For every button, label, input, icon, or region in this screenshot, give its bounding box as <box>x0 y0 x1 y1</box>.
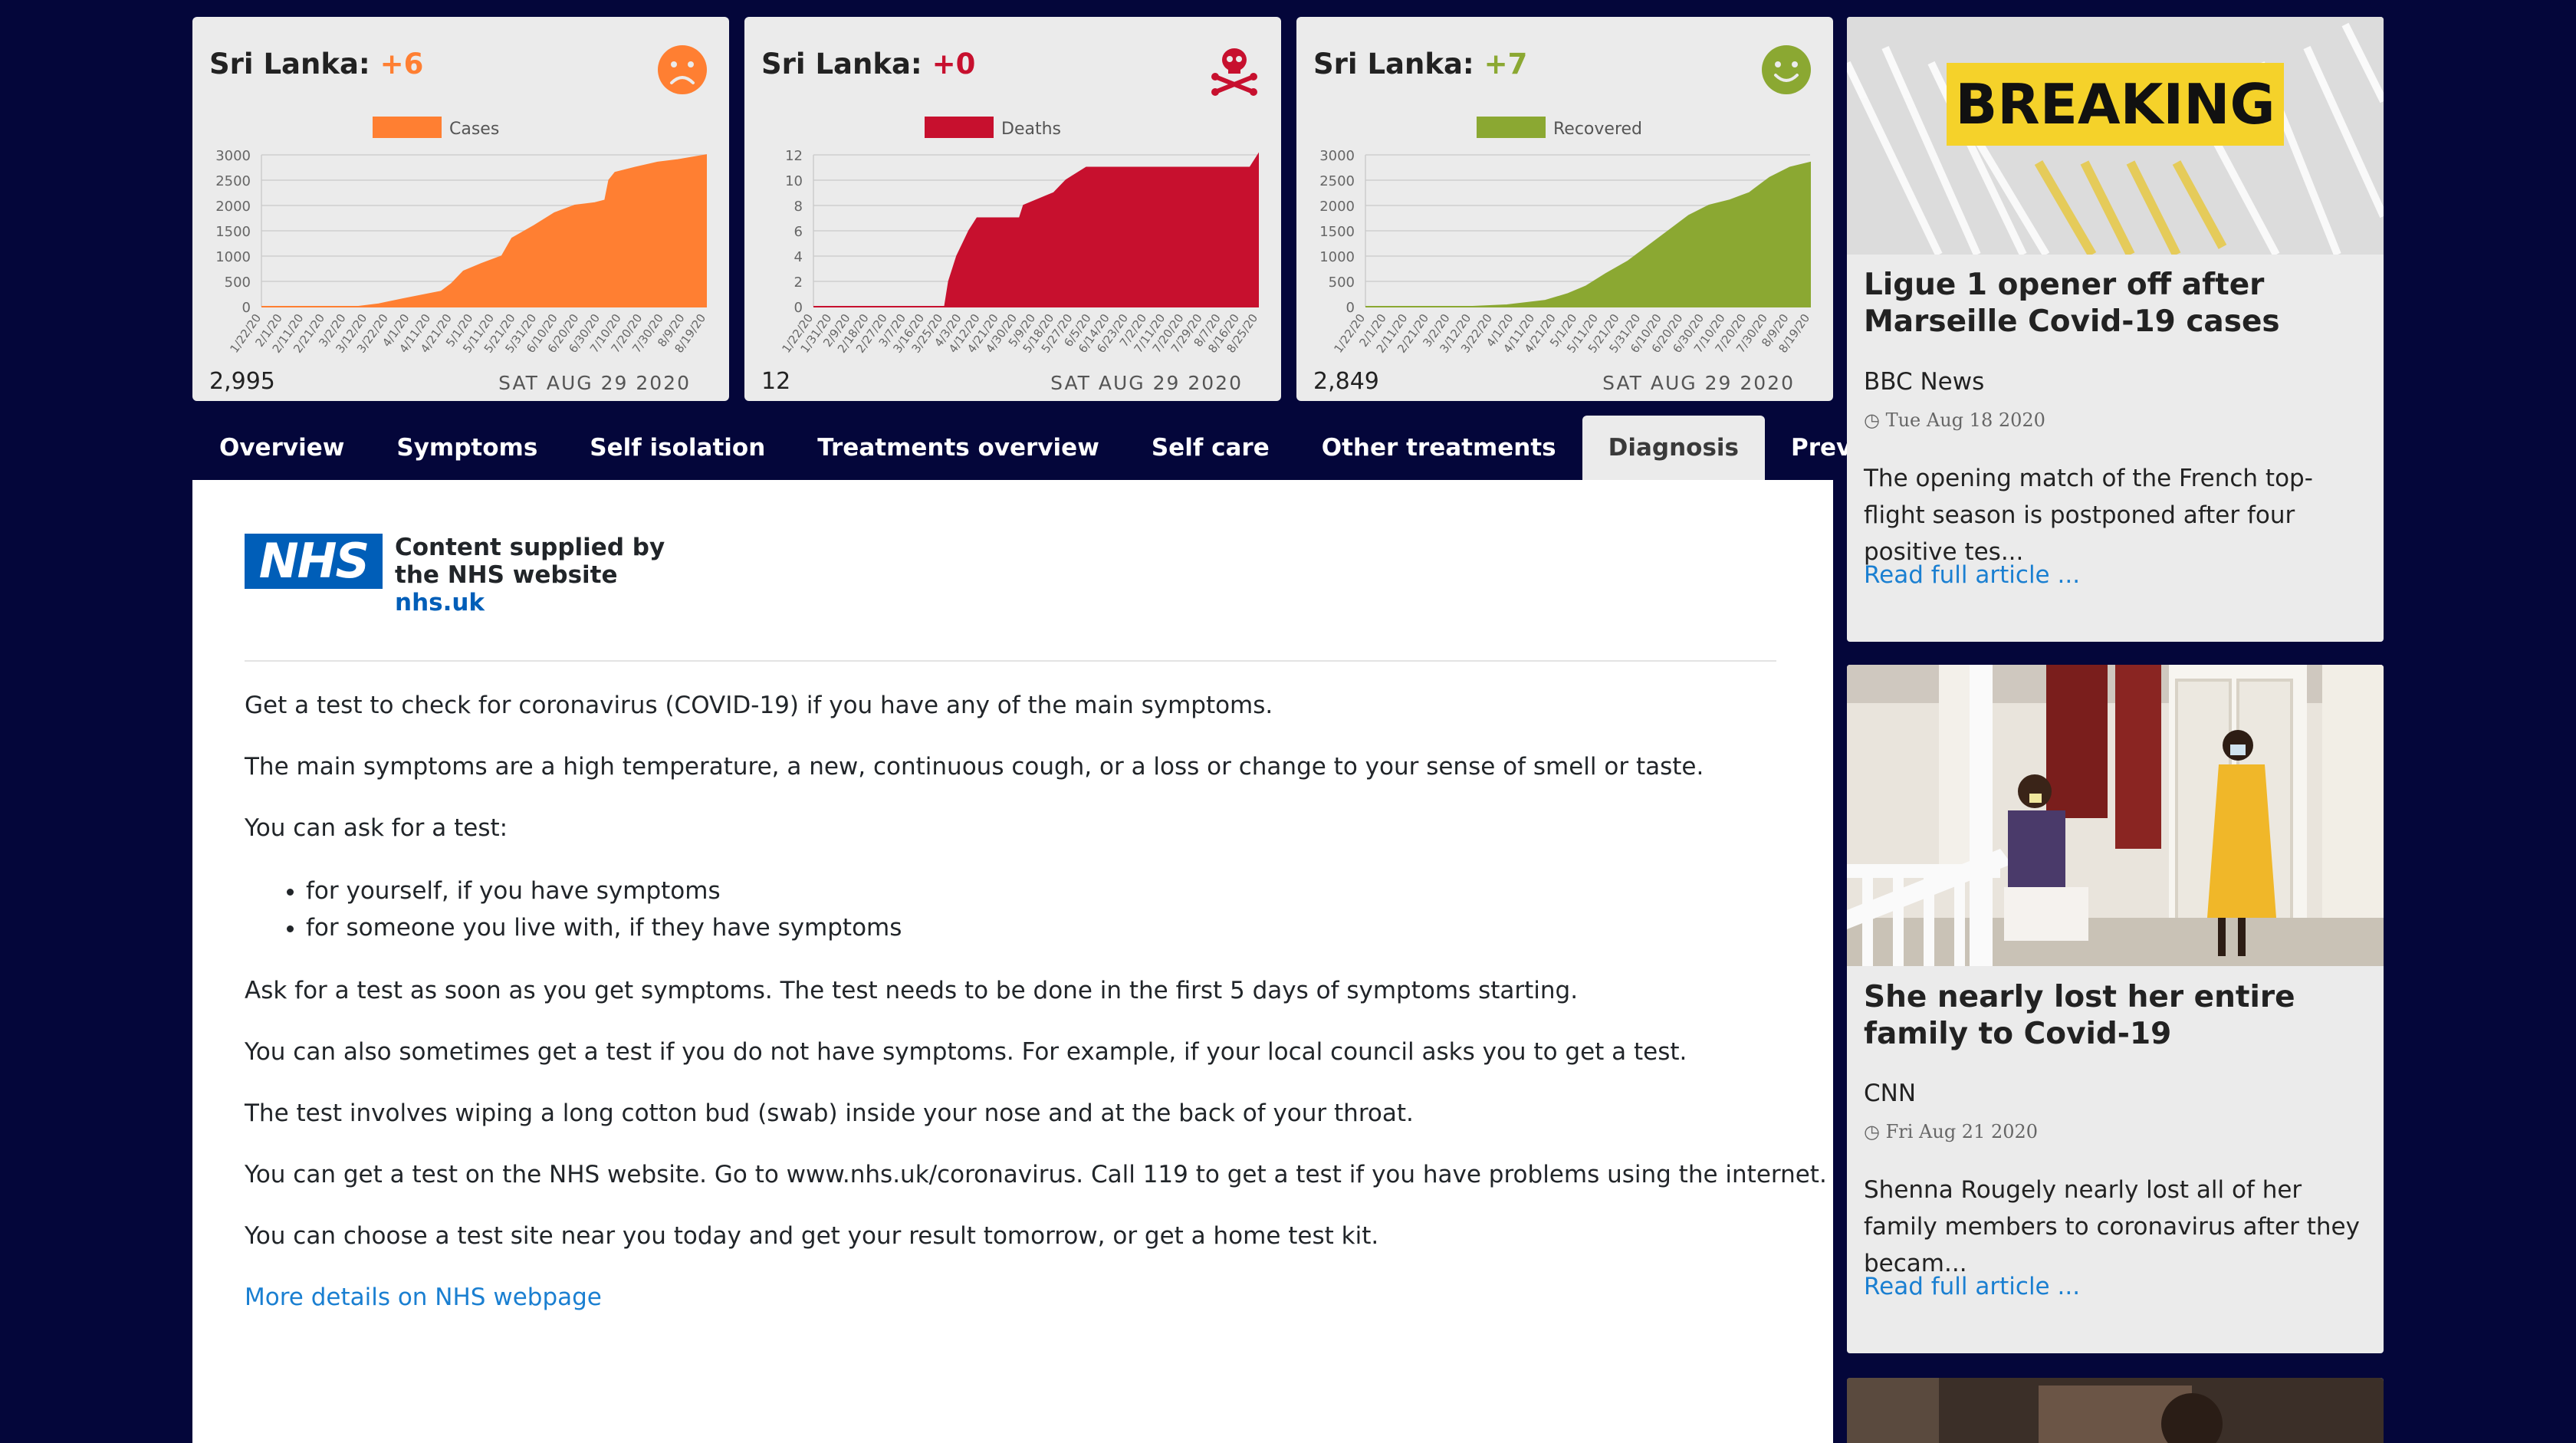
paragraph: The test involves wiping a long cotton b… <box>245 1100 1414 1127</box>
y-tick-label: 500 <box>1329 274 1355 291</box>
legend-label: Deaths <box>1001 120 1061 139</box>
breaking-label: BREAKING <box>1955 72 2275 136</box>
legend-label: Recovered <box>1553 120 1642 139</box>
paragraph: You can ask for a test: <box>245 814 508 842</box>
news-source: BBC News <box>1864 368 1985 396</box>
nhs-line-2: the NHS website <box>395 561 618 589</box>
nhs-link[interactable]: nhs.uk <box>395 589 485 616</box>
legend-swatch <box>925 117 994 138</box>
news-summary: Shenna Rougely nearly lost all of her fa… <box>1864 1176 2360 1277</box>
y-tick-label: 2 <box>794 274 803 291</box>
nhs-line-1: Content supplied by <box>395 534 665 561</box>
card-title: Sri Lanka: +6 <box>209 48 424 81</box>
news-card[interactable]: BREAKING Ligue 1 opener off after Marsei… <box>1847 17 2384 642</box>
paragraph: You can get a test on the NHS website. G… <box>245 1161 1827 1188</box>
y-tick-label: 3000 <box>1319 148 1355 164</box>
clock-icon: ◷ <box>1864 1121 1880 1142</box>
breaking-news-image: BREAKING <box>1847 17 2384 255</box>
tab-treatments-overview[interactable]: Treatments overview <box>791 416 1125 480</box>
y-tick-label: 2500 <box>215 173 251 189</box>
tab-other-treatments[interactable]: Other treatments <box>1296 416 1582 480</box>
total-value: 12 <box>761 368 791 395</box>
series-area <box>1365 161 1811 307</box>
more-details-link[interactable]: More details on NHS webpage <box>245 1284 602 1311</box>
y-tick-label: 2500 <box>1319 173 1355 189</box>
y-tick-label: 12 <box>785 148 803 164</box>
y-tick-label: 4 <box>794 249 803 265</box>
clock-icon: ◷ <box>1864 409 1880 431</box>
porch-photo-graphic <box>1847 665 2384 966</box>
tab-bar: Overview Symptoms Self isolation Treatme… <box>193 416 1963 480</box>
recovered-card: Sri Lanka: +7 Recovered 0 500 1000 1500 2000 2… <box>1296 17 1833 401</box>
diagnosis-content: Get a test to check for coronavirus (COV… <box>245 689 1827 1342</box>
cases-card: Sri Lanka: +6 Cases 0 500 1000 1500 2000 2500 3… <box>192 17 729 401</box>
y-tick-label: 3000 <box>215 148 251 164</box>
paragraph: You can choose a test site near you toda… <box>245 1222 1379 1250</box>
paragraph: Ask for a test as soon as you get sympto… <box>245 977 1579 1004</box>
divider <box>245 660 1776 662</box>
date-label: SAT AUG 29 2020 <box>1050 372 1243 394</box>
y-tick-label: 0 <box>1346 300 1355 316</box>
skull-crossbones-icon <box>1211 48 1257 96</box>
news-image-partial <box>1847 1378 2384 1443</box>
deaths-chart: Deaths0246810121/22/201/31/202/9/202/18/… <box>779 117 1260 356</box>
content-panel: NHS Content supplied by the NHS website … <box>192 480 1833 1443</box>
paragraph: Get a test to check for coronavirus (COV… <box>245 692 1273 719</box>
sad-face-icon <box>658 45 707 94</box>
y-tick-label: 1000 <box>215 249 251 265</box>
y-tick-label: 2000 <box>215 199 251 215</box>
paragraph: The main symptoms are a high temperature… <box>245 753 1704 781</box>
y-tick-label: 8 <box>794 199 803 215</box>
date-label: SAT AUG 29 2020 <box>498 372 691 394</box>
deaths-card: Sri Lanka: +0 Deaths 0 2 4 6 8 10 12 1/22/20 1/31… <box>744 17 1281 401</box>
y-tick-label: 1500 <box>1319 224 1355 240</box>
date-label: SAT AUG 29 2020 <box>1602 372 1795 394</box>
tab-self-isolation[interactable]: Self isolation <box>564 416 791 480</box>
legend-swatch <box>1477 117 1546 138</box>
y-tick-label: 6 <box>794 224 803 240</box>
nhs-logo: NHS <box>245 534 383 589</box>
card-title: Sri Lanka: +7 <box>1313 48 1528 81</box>
happy-face-icon <box>1762 45 1811 94</box>
news-title[interactable]: She nearly lost her entire family to Cov… <box>1864 979 2370 1053</box>
recovered-chart: Recovered0500100015002000250030001/22/20… <box>1319 117 1812 356</box>
news-date: ◷ Fri Aug 21 2020 <box>1864 1121 2039 1142</box>
cases-chart: Cases0500100015002000250030001/22/202/1/… <box>215 117 708 356</box>
news-title[interactable]: Ligue 1 opener off after Marseille Covid… <box>1864 267 2370 340</box>
tab-symptoms[interactable]: Symptoms <box>370 416 564 480</box>
news-card[interactable]: She nearly lost her entire family to Cov… <box>1847 665 2384 1353</box>
tab-self-care[interactable]: Self care <box>1125 416 1296 480</box>
y-tick-label: 0 <box>794 300 803 316</box>
y-tick-label: 2000 <box>1319 199 1355 215</box>
legend-label: Cases <box>449 120 499 139</box>
list-item: for someone you live with, if they have … <box>306 909 1778 946</box>
read-full-article-link[interactable]: Read full article ... <box>1864 1273 2080 1300</box>
delta-value: +7 <box>1484 48 1528 81</box>
paragraph: You can also sometimes get a test if you… <box>245 1038 1687 1066</box>
y-tick-label: 10 <box>785 173 803 189</box>
news-card[interactable] <box>1847 1378 2384 1443</box>
news-source: CNN <box>1864 1080 1917 1107</box>
card-title: Sri Lanka: +0 <box>761 48 976 81</box>
bullet-list: for yourself, if you have symptoms for s… <box>306 873 1778 946</box>
total-value: 2,849 <box>1313 368 1379 395</box>
total-value: 2,995 <box>209 368 275 395</box>
tab-diagnosis[interactable]: Diagnosis <box>1582 416 1765 480</box>
legend-swatch <box>373 117 442 138</box>
tab-overview[interactable]: Overview <box>193 416 370 480</box>
y-tick-label: 500 <box>225 274 251 291</box>
delta-value: +6 <box>380 48 424 81</box>
list-item: for yourself, if you have symptoms <box>306 873 1778 909</box>
news-summary: The opening match of the French top-flig… <box>1864 465 2313 566</box>
news-date: ◷ Tue Aug 18 2020 <box>1864 409 2045 431</box>
y-tick-label: 1000 <box>1319 249 1355 265</box>
y-tick-label: 1500 <box>215 224 251 240</box>
delta-value: +0 <box>932 48 976 81</box>
news-image-family <box>1847 665 2384 966</box>
read-full-article-link[interactable]: Read full article ... <box>1864 561 2080 589</box>
y-tick-label: 0 <box>242 300 251 316</box>
